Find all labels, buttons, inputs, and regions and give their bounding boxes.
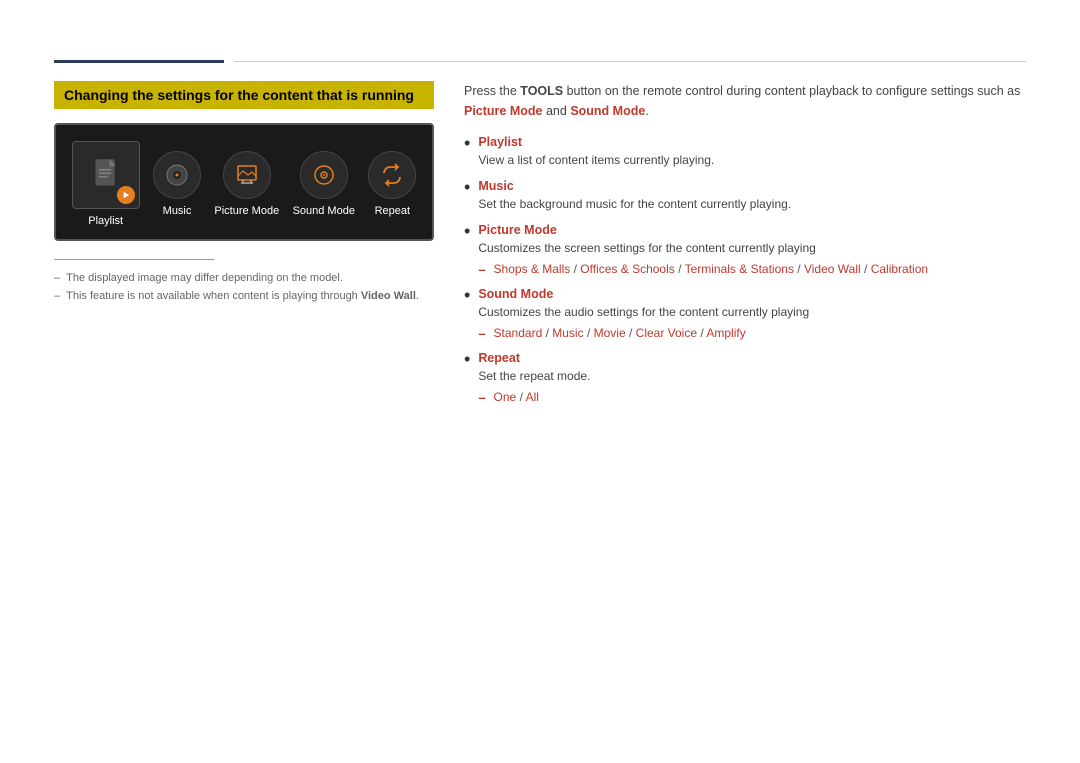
picture-mode-icon: [235, 163, 259, 187]
repeat-icon: [380, 163, 404, 187]
bullet-dot: •: [464, 222, 470, 240]
intro-paragraph: Press the TOOLS button on the remote con…: [464, 81, 1026, 121]
sound-mode-sub: – Standard / Music / Movie / Clear Voice…: [478, 326, 809, 341]
bullet-title-repeat: Repeat: [478, 351, 590, 365]
bullet-dot: •: [464, 134, 470, 152]
player-item-sound-mode[interactable]: Sound Mode: [293, 151, 355, 217]
bullet-dot: •: [464, 286, 470, 304]
bullet-content-playlist: Playlist View a list of content items cu…: [478, 135, 714, 169]
bullet-item-playlist: • Playlist View a list of content items …: [464, 135, 1026, 169]
bullet-title-picture-mode: Picture Mode: [478, 223, 928, 237]
divider-dark: [54, 60, 224, 63]
player-box: Playlist Music: [54, 123, 434, 241]
playlist-icon-wrap: [72, 141, 140, 209]
left-col-divider: [54, 259, 214, 260]
bullet-content-sound-mode: Sound Mode Customizes the audio settings…: [478, 287, 809, 341]
bullet-list: • Playlist View a list of content items …: [464, 135, 1026, 405]
left-column: Changing the settings for the content th…: [54, 81, 434, 308]
sound-mode-label: Sound Mode: [293, 205, 355, 217]
page-container: Changing the settings for the content th…: [0, 0, 1080, 455]
bullet-item-sound-mode: • Sound Mode Customizes the audio settin…: [464, 287, 1026, 341]
bullet-item-picture-mode: • Picture Mode Customizes the screen set…: [464, 223, 1026, 277]
picture-mode-label: Picture Mode: [214, 205, 279, 217]
bullet-item-music: • Music Set the background music for the…: [464, 179, 1026, 213]
sound-mode-icon: [312, 163, 336, 187]
bullet-desc-picture-mode: Customizes the screen settings for the c…: [478, 239, 928, 257]
sound-mode-link: Sound Mode: [570, 104, 645, 118]
tools-word: TOOLS: [520, 84, 563, 98]
bullet-item-repeat: • Repeat Set the repeat mode. – One / Al…: [464, 351, 1026, 405]
bullet-content-picture-mode: Picture Mode Customizes the screen setti…: [478, 223, 928, 277]
top-dividers: [54, 60, 1026, 63]
player-item-picture-mode[interactable]: Picture Mode: [214, 151, 279, 217]
note-1: – The displayed image may differ dependi…: [54, 272, 434, 284]
bullet-title-music: Music: [478, 179, 791, 193]
main-content: Changing the settings for the content th…: [54, 81, 1026, 415]
bullet-content-music: Music Set the background music for the c…: [478, 179, 791, 213]
sound-mode-icon-wrap: [300, 151, 348, 199]
note-2: – This feature is not available when con…: [54, 290, 434, 302]
bullet-desc-music: Set the background music for the content…: [478, 195, 791, 213]
music-label: Music: [163, 205, 192, 217]
bullet-dot: •: [464, 350, 470, 368]
play-badge: [117, 186, 135, 204]
right-column: Press the TOOLS button on the remote con…: [464, 81, 1026, 415]
picture-mode-icon-wrap: [223, 151, 271, 199]
music-icon: [165, 163, 189, 187]
bullet-desc-repeat: Set the repeat mode.: [478, 367, 590, 385]
player-item-playlist[interactable]: Playlist: [72, 141, 140, 227]
picture-mode-sub: – Shops & Malls / Offices & Schools / Te…: [478, 262, 928, 277]
repeat-sub-items: One / All: [494, 390, 539, 405]
picture-mode-link: Picture Mode: [464, 104, 543, 118]
bullet-content-repeat: Repeat Set the repeat mode. – One / All: [478, 351, 590, 405]
picture-mode-sub-items: Shops & Malls / Offices & Schools / Term…: [494, 262, 929, 277]
repeat-icon-wrap: [368, 151, 416, 199]
divider-light: [234, 61, 1026, 62]
music-icon-wrap: [153, 151, 201, 199]
bullet-desc-playlist: View a list of content items currently p…: [478, 151, 714, 169]
repeat-label: Repeat: [375, 205, 410, 217]
playlist-label: Playlist: [88, 215, 123, 227]
bullet-dot: •: [464, 178, 470, 196]
sound-mode-sub-items: Standard / Music / Movie / Clear Voice /…: [494, 326, 746, 341]
player-item-music[interactable]: Music: [153, 151, 201, 217]
repeat-sub: – One / All: [478, 390, 590, 405]
section-title: Changing the settings for the content th…: [54, 81, 434, 109]
bullet-title-playlist: Playlist: [478, 135, 714, 149]
video-wall-link: Video Wall: [361, 290, 416, 302]
bullet-desc-sound-mode: Customizes the audio settings for the co…: [478, 303, 809, 321]
playlist-doc-icon: [92, 157, 120, 193]
bullet-title-sound-mode: Sound Mode: [478, 287, 809, 301]
player-item-repeat[interactable]: Repeat: [368, 151, 416, 217]
